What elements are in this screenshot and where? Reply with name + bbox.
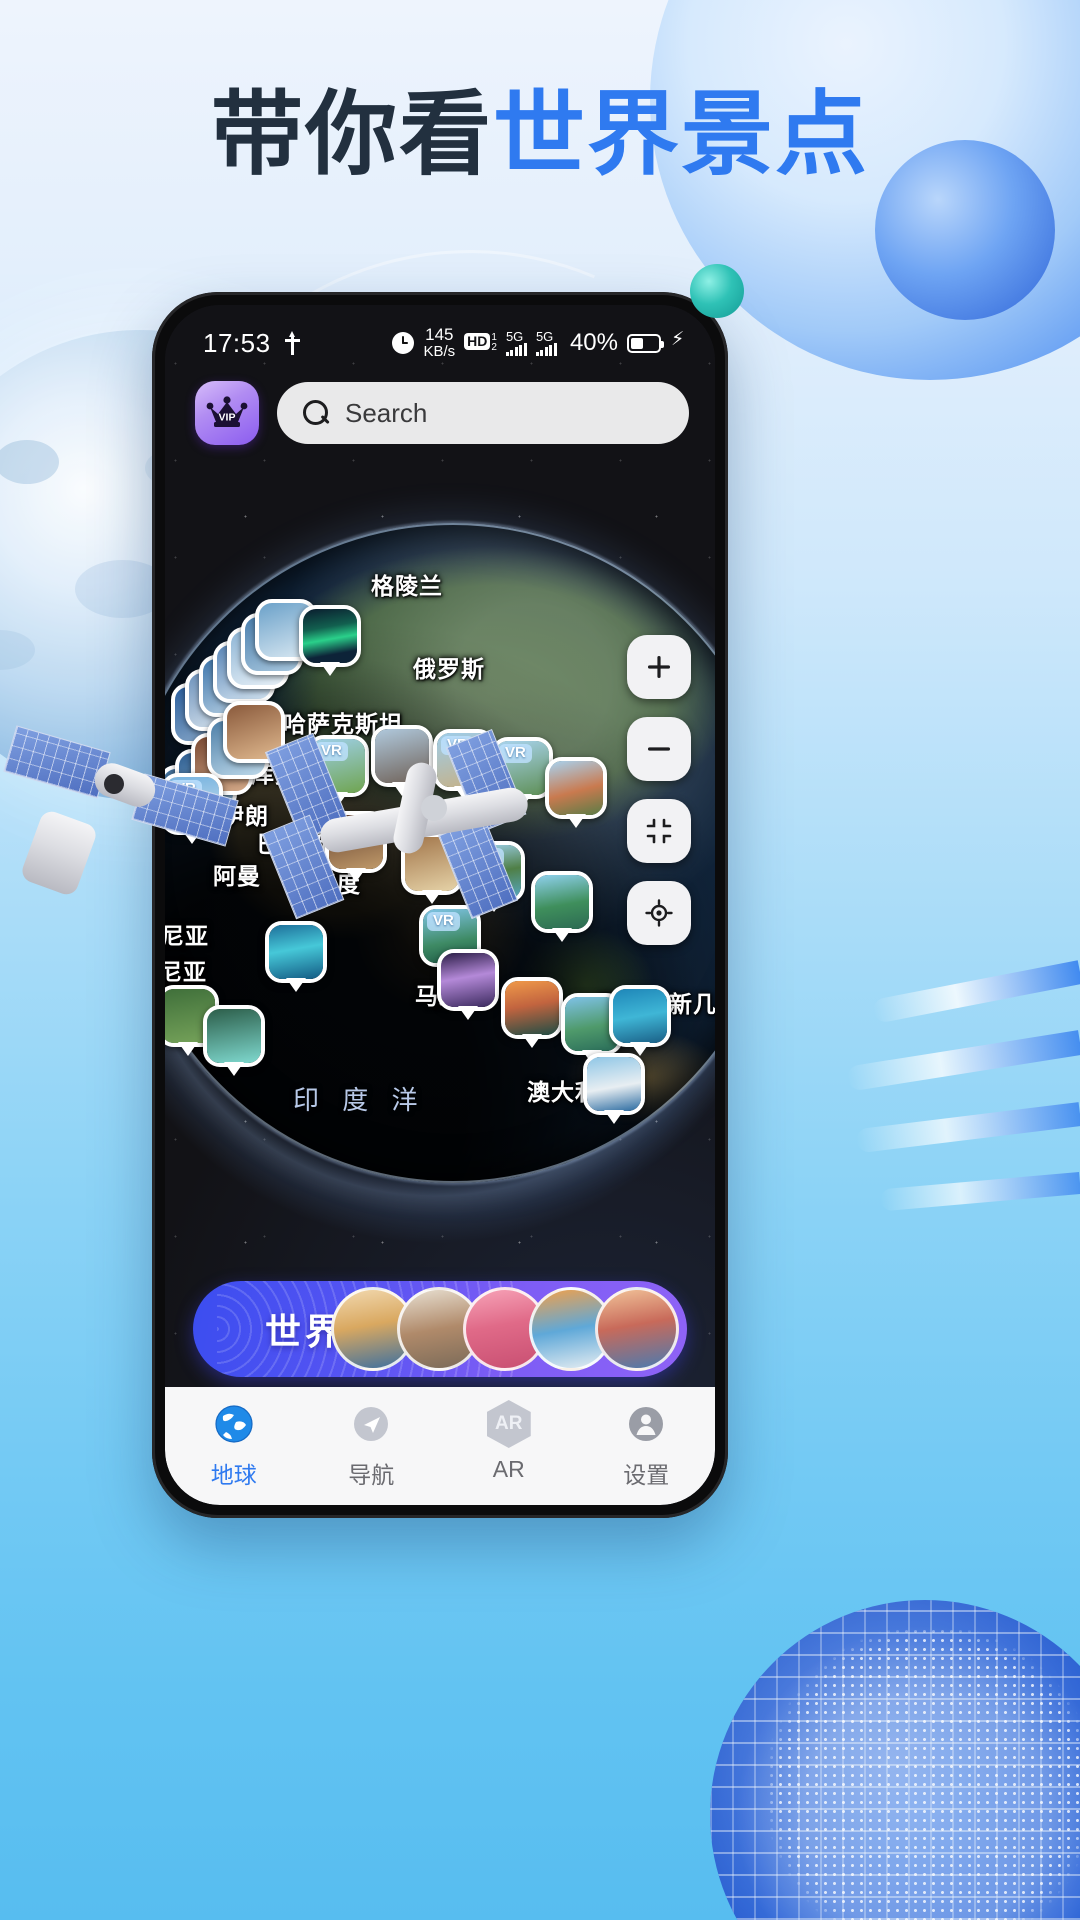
crosshair-icon xyxy=(645,899,673,927)
geo-label: 尼亚 xyxy=(165,923,209,949)
signal-icon-sim2: 5G xyxy=(535,329,557,356)
alarm-icon xyxy=(392,332,415,354)
poi-pin-opera-house[interactable] xyxy=(583,1053,645,1115)
hd-sim2: 2 xyxy=(491,342,497,353)
globe-icon xyxy=(211,1401,257,1447)
geo-label: 格陵兰 xyxy=(371,573,443,599)
poi-pin-sunset[interactable] xyxy=(501,977,563,1039)
page-title-blue: 世界景点 xyxy=(493,84,870,186)
network-speed-value: 145 xyxy=(425,325,454,345)
battery-percentage: 40% xyxy=(569,329,618,356)
search-icon xyxy=(303,400,329,426)
bottom-tab-bar: 地球 导航 AR AR 设置 xyxy=(165,1387,715,1505)
network-speed-unit: KB/s xyxy=(423,343,456,361)
zoom-out-button[interactable] xyxy=(627,717,691,781)
tab-earth[interactable]: 地球 xyxy=(165,1401,303,1490)
poi-pin-reef[interactable] xyxy=(609,985,671,1047)
fit-screen-icon xyxy=(646,818,672,844)
vip-button[interactable]: VIP xyxy=(195,381,259,445)
phone-screen: 格陵兰 俄罗斯 哈萨克斯坦 土库曼斯坦 伊朗 巴基斯坦 阿曼 印度 尼亚 尼亚 … xyxy=(165,305,715,1505)
locate-me-button[interactable] xyxy=(627,881,691,945)
signal-icon-sim1: 5G xyxy=(505,329,527,356)
ar-hexagon-icon: AR xyxy=(486,1400,532,1448)
page-title: 带你看世界景点 xyxy=(0,87,1080,184)
search-input[interactable]: Search xyxy=(277,382,689,444)
hd-label: HD xyxy=(464,332,491,350)
tab-label: AR xyxy=(492,1456,525,1482)
poi-thumbnail xyxy=(269,925,323,979)
geo-label: 俄罗斯 xyxy=(413,656,485,682)
poi-thumbnail xyxy=(613,989,667,1043)
ocean-label: 印 度 洋 xyxy=(293,1085,426,1115)
phone-mockup: 格陵兰 俄罗斯 哈萨克斯坦 土库曼斯坦 伊朗 巴基斯坦 阿曼 印度 尼亚 尼亚 … xyxy=(152,264,744,1518)
tab-settings[interactable]: 设置 xyxy=(578,1401,716,1490)
poi-pin-marina[interactable] xyxy=(437,949,499,1011)
banner-thumb[interactable] xyxy=(595,1287,679,1371)
poi-thumbnail xyxy=(587,1057,641,1111)
signal-label: 5G xyxy=(505,329,524,344)
usb-icon xyxy=(284,331,301,355)
banner-thumbnails xyxy=(331,1287,679,1371)
page-title-dark: 带你看 xyxy=(210,84,493,186)
geo-label: 尼亚 xyxy=(165,959,207,985)
map-controls xyxy=(627,635,691,945)
crown-icon: VIP xyxy=(206,396,248,430)
decor-teal-dot xyxy=(690,264,744,318)
poi-thumbnail xyxy=(303,609,357,663)
network-speed: 145 KB/s xyxy=(423,326,455,360)
status-bar: 17:53 145 KB/s HD 1 2 5G 5G 40% ⚡ xyxy=(165,305,715,367)
hd-voice-icon: HD 1 2 xyxy=(464,332,497,354)
poi-pin-lagoon[interactable] xyxy=(203,1005,265,1067)
person-gear-icon xyxy=(623,1401,669,1447)
poi-thumbnail xyxy=(441,953,495,1007)
svg-text:VIP: VIP xyxy=(219,412,236,424)
tab-navigation[interactable]: 导航 xyxy=(303,1401,441,1490)
space-station-graphic xyxy=(261,728,595,920)
poi-thumbnail xyxy=(505,981,559,1035)
poi-pin-aurora[interactable] xyxy=(299,605,361,667)
navigation-arrow-icon xyxy=(348,1401,394,1447)
satellite-graphic-left xyxy=(3,725,239,900)
plus-icon xyxy=(648,656,670,678)
tab-ar[interactable]: AR AR xyxy=(440,1400,578,1483)
minus-icon xyxy=(648,747,670,751)
tab-label: 导航 xyxy=(348,1462,395,1488)
fit-screen-button[interactable] xyxy=(627,799,691,863)
charging-bolt-icon xyxy=(671,328,685,354)
search-placeholder: Search xyxy=(345,397,428,428)
zoom-in-button[interactable] xyxy=(627,635,691,699)
tab-label: 设置 xyxy=(623,1462,670,1488)
signal-label: 5G xyxy=(535,329,554,344)
top-search-row: VIP Search xyxy=(195,381,689,445)
poi-thumbnail xyxy=(207,1009,261,1063)
tab-label: 地球 xyxy=(210,1462,257,1488)
poi-pin-island[interactable] xyxy=(265,921,327,983)
battery-icon xyxy=(627,333,664,353)
world-attractions-banner[interactable]: 世界景点 xyxy=(193,1281,687,1377)
status-time: 17:53 xyxy=(203,327,271,358)
